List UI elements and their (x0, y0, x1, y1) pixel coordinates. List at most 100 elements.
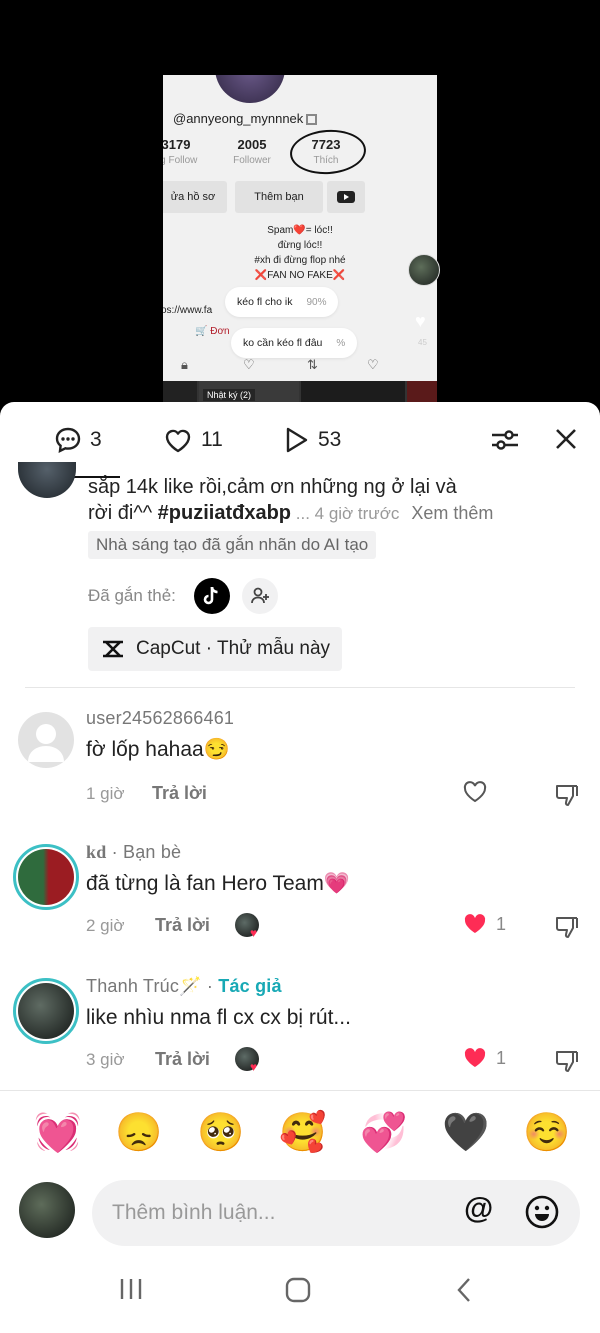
dislike-button[interactable] (554, 1048, 580, 1079)
close-button[interactable] (555, 428, 577, 455)
comment-input-row: Thêm bình luận... @ (0, 1176, 600, 1246)
add-person-icon (251, 587, 269, 604)
preview-link: os://www.fa (163, 305, 213, 316)
my-avatar[interactable] (19, 1182, 75, 1238)
repost-icon: ⇅ (307, 357, 318, 372)
reply-button[interactable]: Trả lời (152, 783, 207, 804)
dislike-button[interactable] (554, 782, 580, 813)
youtube-icon (337, 191, 355, 203)
comment-avatar[interactable] (13, 844, 79, 910)
comment-username[interactable]: kd · Bạn bè (86, 842, 181, 863)
preview-profile-avatar (215, 75, 285, 103)
sliders-icon (492, 430, 518, 450)
tab-comments[interactable]: 3 (54, 426, 102, 454)
tagged-row: Đã gắn thẻ: (88, 578, 278, 614)
comment-avatar[interactable] (13, 978, 79, 1044)
emoji-quick-bar: 💓 😞 🥺 🥰 💞 🖤 ☺️ (0, 1090, 600, 1170)
preview-stat-followers: 2005 Follower (233, 137, 271, 166)
dislike-button[interactable] (554, 914, 580, 945)
side-like-count: 45 (418, 338, 427, 347)
tiktok-icon (203, 586, 218, 605)
qr-icon (306, 114, 318, 126)
heart-outline-icon (463, 781, 487, 803)
comment-username[interactable]: Thanh Trúc🪄 · Tác giả (86, 976, 282, 997)
emoji-revolving-hearts[interactable]: 💞 (360, 1111, 407, 1155)
smiley-icon (525, 1195, 559, 1229)
caption-author-avatar[interactable] (18, 462, 76, 498)
heart-filled-icon (464, 1048, 486, 1067)
video-caption: sắp 14k like rồi,cảm ơn những ng ở lại v… (88, 474, 588, 527)
recent-apps-button[interactable] (118, 1276, 144, 1307)
preview-youtube (327, 181, 365, 213)
avatar-image (18, 849, 74, 905)
preview-add-friend: Thêm bạn (235, 181, 323, 213)
back-button[interactable] (454, 1276, 474, 1309)
tab-likes[interactable]: 11 (163, 426, 223, 454)
like-button[interactable]: 1 (462, 1046, 506, 1070)
screen: @annyeong_mynnnek 3179 ng Follow 2005 Fo… (0, 0, 600, 1333)
poll-option-2: ko cần kéo fl đâu% (231, 328, 358, 358)
caption-line-1: sắp 14k like rồi,cảm ơn những ng ở lại v… (88, 476, 457, 498)
emoji-pleading[interactable]: 🥺 (197, 1111, 244, 1155)
creator-avatar[interactable] (408, 254, 440, 286)
system-nav-bar (0, 1260, 600, 1333)
heart-outline-icon: ♡ (243, 357, 255, 372)
emoji-growing-heart[interactable]: 💓 (34, 1111, 81, 1155)
reply-button[interactable]: Trả lời (155, 915, 210, 936)
caption-line-2: rời đi^^ #puziiatđxabp ... 4 giờ trước Xe… (88, 502, 494, 524)
comment-icon (55, 427, 81, 454)
caption-hashtag[interactable]: #puziiatđxabp (158, 502, 291, 524)
likes-count: 11 (201, 428, 223, 451)
home-icon (285, 1277, 311, 1303)
caption-time: ... 4 giờ trước (291, 504, 400, 523)
home-button[interactable] (284, 1276, 312, 1309)
reply-button[interactable]: Trả lời (155, 1049, 210, 1070)
divider (25, 687, 575, 688)
comment-item: Thanh Trúc🪄 · Tác giả like nhìu nma fl c… (0, 976, 600, 1096)
default-avatar-icon (28, 724, 64, 762)
like-button[interactable]: 1 (462, 912, 506, 936)
preview-stat-following: 3179 ng Follow (163, 137, 198, 166)
thumbs-down-icon (556, 1051, 578, 1072)
comment-item: user24562866461 fờ lốp hahaa😏 1 giờ Trả … (0, 708, 600, 828)
preview-edit-profile: ửa hồ sơ (163, 181, 227, 213)
comment-item: kd · Bạn bè đã từng là fan Hero Team💗 2 … (0, 842, 600, 962)
comment-time: 2 giờ (86, 916, 125, 935)
comment-text: like nhìu nma fl cx cx bị rút... (86, 1006, 351, 1029)
sheet-tabs: 3 11 53 (0, 402, 600, 478)
comment-username[interactable]: user24562866461 (86, 708, 234, 729)
side-heart-icon[interactable]: ♥ (415, 312, 435, 330)
capcut-icon (103, 640, 123, 658)
heart-icon: ♥ (250, 926, 258, 940)
video-area[interactable]: @annyeong_mynnnek 3179 ng Follow 2005 Fo… (0, 0, 600, 410)
like-icon: ♡ (367, 357, 379, 372)
tagged-tiktok-account[interactable] (193, 578, 230, 614)
like-button[interactable] (462, 780, 488, 804)
emoji-button[interactable] (524, 1194, 560, 1235)
mention-button[interactable]: @ (464, 1192, 493, 1226)
add-tag-button[interactable] (241, 578, 278, 614)
video-preview: @annyeong_mynnnek 3179 ng Follow 2005 Fo… (163, 75, 437, 410)
heart-filled-icon (464, 914, 486, 933)
comment-avatar[interactable] (18, 712, 74, 768)
thumbs-down-icon (556, 785, 578, 806)
emoji-disappointed[interactable]: 😞 (115, 1111, 162, 1155)
tagged-label: Đã gắn thẻ: (88, 586, 176, 605)
emoji-smiling[interactable]: ☺️ (523, 1111, 570, 1155)
emoji-black-heart[interactable]: 🖤 (442, 1111, 489, 1155)
thumbs-down-icon (556, 917, 578, 938)
capcut-label: CapCut · Thử mẫu này (136, 638, 331, 659)
ai-generated-label[interactable]: Nhà sáng tạo đã gắn nhãn do AI tạo (88, 531, 377, 559)
capcut-template-button[interactable]: CapCut · Thử mẫu này (88, 627, 343, 671)
avatar-image (18, 983, 74, 1039)
comment-text: đã từng là fan Hero Team💗 (86, 872, 350, 895)
like-count: 1 (496, 1047, 507, 1068)
comment-input[interactable]: Thêm bình luận... @ (92, 1180, 580, 1246)
tab-views[interactable]: 53 (284, 426, 341, 454)
see-more-link[interactable]: Xem thêm (411, 503, 493, 523)
play-icon (286, 427, 308, 453)
heart-icon: ♥ (250, 1060, 258, 1074)
filter-button[interactable] (490, 428, 520, 457)
views-count: 53 (318, 428, 342, 451)
emoji-smiling-hearts[interactable]: 🥰 (279, 1111, 326, 1155)
